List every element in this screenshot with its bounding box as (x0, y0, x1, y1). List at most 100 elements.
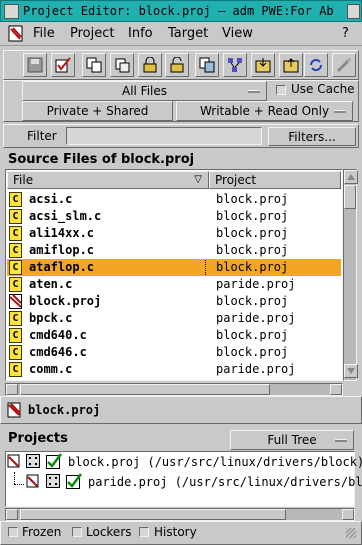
table-row[interactable]: block.proj block.proj (7, 293, 341, 310)
file-list: File ▽ Project Cacsi.c block.proj Cacsi_sl… (7, 171, 341, 378)
menu-file[interactable]: File (33, 26, 55, 41)
c-source-file-icon: C (9, 226, 22, 241)
project-cell: block.proj (216, 243, 289, 257)
file-name-cell: cmd640.c (29, 328, 87, 342)
edit-button[interactable] (51, 53, 75, 77)
paste-button[interactable] (110, 53, 134, 77)
scroll-right-button[interactable] (330, 384, 342, 395)
project-cell: block.proj (216, 328, 289, 342)
menu-info[interactable]: Info (128, 26, 153, 41)
column-header-file[interactable]: File ▽ (7, 171, 209, 189)
import-button[interactable] (251, 53, 275, 77)
compare-button[interactable] (195, 53, 219, 77)
window-menu-button[interactable] (4, 4, 19, 19)
copy-button[interactable] (82, 53, 106, 77)
filters-button[interactable]: Filters... (268, 127, 356, 146)
checkmark-icon[interactable] (66, 473, 82, 492)
file-name-cell: aten.c (29, 277, 73, 291)
column-header-project[interactable]: Project (209, 171, 341, 189)
project-tree-label: paride.proj (/usr/src/linux/drivers/bl (88, 475, 362, 489)
c-source-file-icon: C (9, 362, 22, 377)
project-file-icon (7, 454, 21, 471)
scroll-up-button[interactable] (344, 170, 358, 184)
c-source-file-icon: C (9, 345, 22, 360)
filter-input[interactable] (66, 127, 262, 145)
project-cell: paride.proj (216, 311, 296, 325)
ownership-value: Private + Shared (46, 104, 149, 118)
sort-descending-icon: ▽ (194, 174, 202, 185)
menu-project[interactable]: Project (70, 26, 114, 41)
project-file-icon (6, 402, 22, 421)
scroll-left-button[interactable] (6, 509, 18, 520)
project-cell: block.proj (216, 226, 289, 240)
focus-divider (205, 260, 206, 275)
table-row[interactable]: Cbpck.c paride.proj (7, 310, 341, 327)
file-name-cell: comm.c (29, 362, 73, 376)
export-button[interactable] (279, 53, 303, 77)
file-list-hscrollbar[interactable] (5, 383, 343, 396)
expand-grid-icon[interactable] (26, 454, 40, 471)
table-row[interactable]: Camiflop.c block.proj (7, 242, 341, 259)
refresh-button[interactable] (304, 53, 328, 77)
filter-label: Filter (27, 129, 57, 143)
window-minimize-button[interactable] (347, 4, 360, 19)
save-button[interactable] (23, 53, 47, 77)
checkmark-icon[interactable] (46, 453, 62, 472)
use-cache-label: Use Cache (291, 82, 355, 96)
c-source-file-icon: C (9, 243, 22, 258)
settings-button[interactable] (332, 53, 356, 77)
tree-connector (14, 484, 24, 485)
lockers-checkbox[interactable] (72, 527, 82, 537)
hscroll-thumb[interactable] (20, 509, 286, 520)
project-file-icon (26, 474, 40, 491)
files-mode-value: All Files (121, 84, 168, 98)
hscroll-thumb[interactable] (20, 384, 270, 395)
project-tree-hscrollbar[interactable] (5, 508, 355, 521)
table-row[interactable]: Ccmd646.c block.proj (7, 344, 341, 361)
history-checkbox[interactable] (139, 527, 149, 537)
file-name-cell: ataflop.c (29, 260, 95, 274)
menu-bar: File Project Info Target View ? (0, 22, 362, 46)
use-cache-checkbox[interactable] (276, 85, 286, 95)
menu-target[interactable]: Target (168, 26, 208, 41)
dropdown-indicator-icon (335, 439, 347, 442)
table-row[interactable]: Ccomm.c paride.proj (7, 361, 341, 378)
column-header-project-label: Project (215, 173, 257, 187)
project-tree-item-paride[interactable]: paride.proj (/usr/src/linux/drivers/bl (6, 472, 362, 492)
title-bar: Project Editor: block.proj – adm PWE:For… (0, 0, 362, 22)
scroll-down-button[interactable] (344, 364, 358, 378)
scroll-right-button[interactable] (342, 509, 354, 520)
ownership-select[interactable]: Private + Shared (22, 101, 173, 121)
app-logo-icon (7, 25, 25, 46)
file-list-vscrollbar[interactable] (343, 169, 358, 381)
lockers-label: Lockers (86, 525, 132, 539)
table-row[interactable]: Caten.c paride.proj (7, 276, 341, 293)
project-view-select[interactable]: Full Tree (230, 430, 354, 450)
unlock-button[interactable] (165, 53, 189, 77)
permission-select[interactable]: Writable + Read Only (176, 101, 353, 121)
table-row[interactable]: Cacsi.c block.proj (7, 191, 341, 208)
files-mode-select[interactable]: All Files (22, 81, 267, 101)
file-name-cell: acsi.c (29, 192, 73, 206)
table-row[interactable]: Cali14xx.c block.proj (7, 225, 341, 242)
project-tree-item-block[interactable]: block.proj (/usr/src/linux/drivers/block… (6, 453, 362, 472)
c-source-file-icon: C (9, 260, 22, 275)
menu-help[interactable]: ? (342, 26, 349, 41)
project-tree: block.proj (/usr/src/linux/drivers/block… (5, 451, 362, 507)
scroll-thumb[interactable] (344, 185, 356, 209)
c-source-file-icon: C (9, 192, 22, 207)
resize-grip-icon[interactable] (346, 528, 356, 538)
scroll-left-button[interactable] (6, 384, 18, 395)
menu-view[interactable]: View (222, 26, 253, 41)
expand-grid-icon[interactable] (46, 474, 60, 491)
table-row[interactable]: Cacsi_slm.c block.proj (7, 208, 341, 225)
network-button[interactable] (223, 53, 247, 77)
project-view-value: Full Tree (267, 433, 317, 447)
table-row[interactable]: Ccmd640.c block.proj (7, 327, 341, 344)
file-name-cell: acsi_slm.c (29, 209, 102, 223)
current-project-name: block.proj (28, 403, 101, 417)
lock-button[interactable] (138, 53, 162, 77)
table-row[interactable]: Cataflop.c block.proj (7, 259, 341, 276)
frozen-checkbox[interactable] (8, 527, 18, 537)
frozen-label: Frozen (22, 525, 62, 539)
